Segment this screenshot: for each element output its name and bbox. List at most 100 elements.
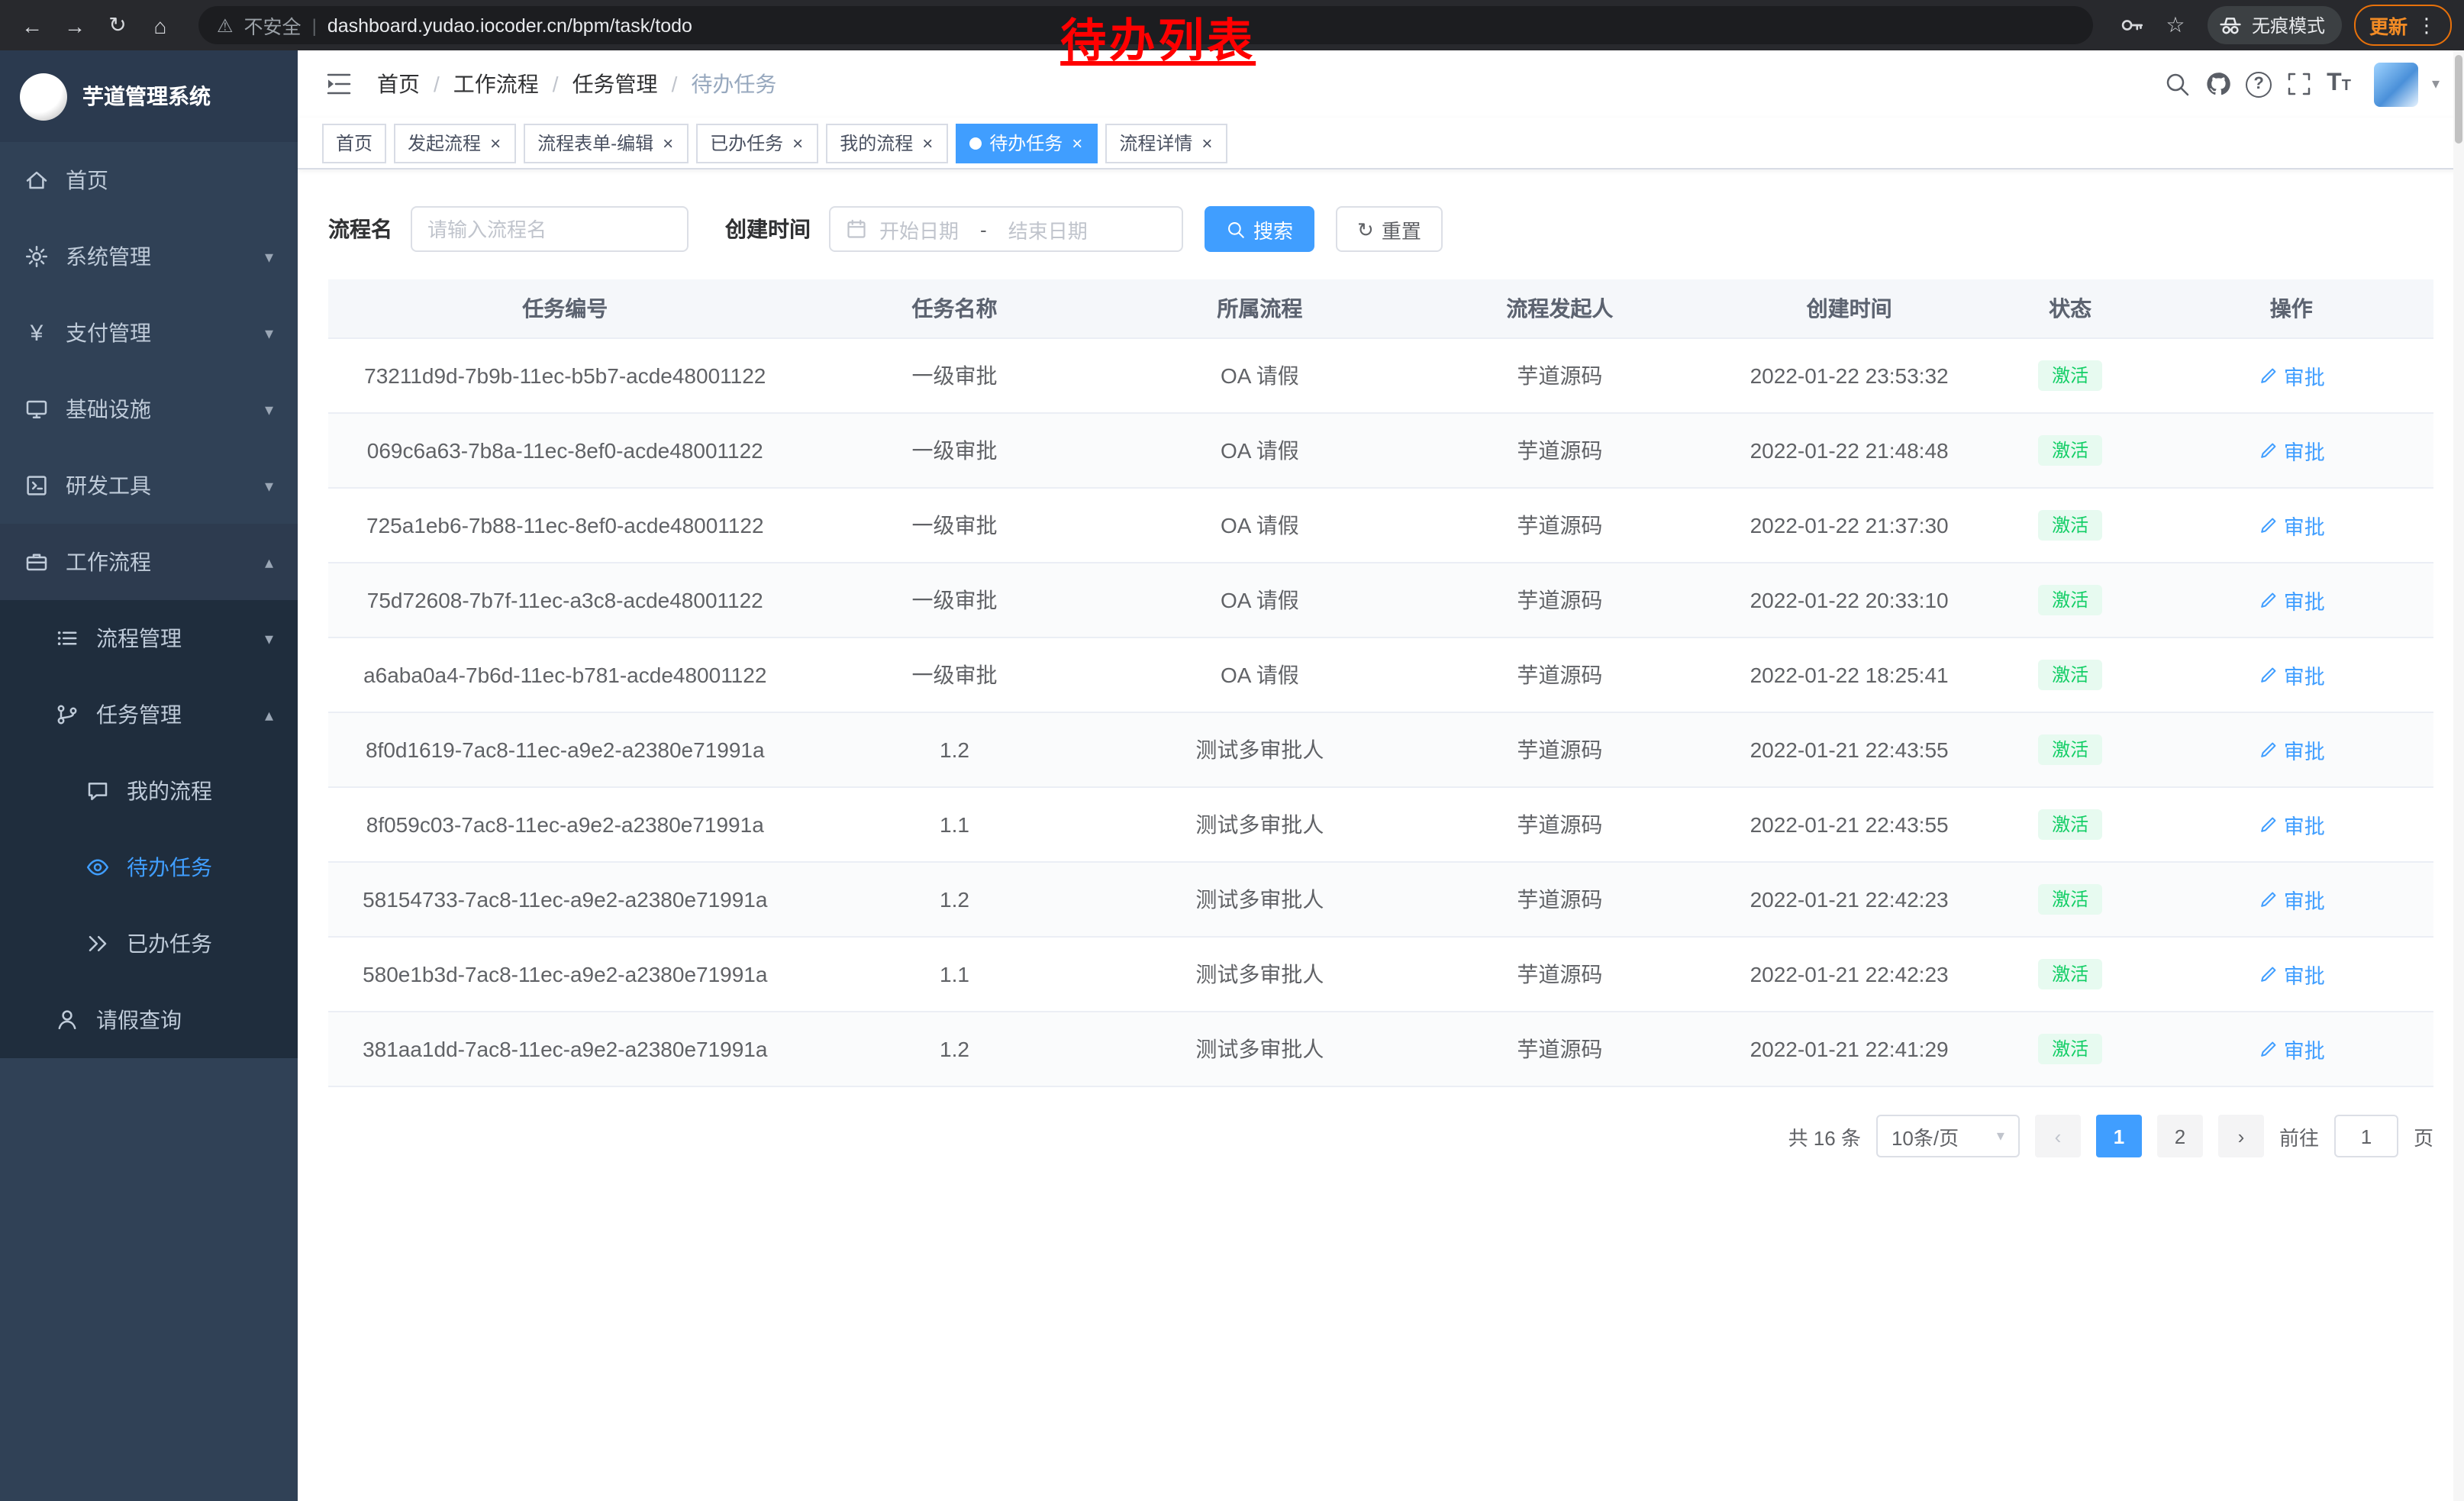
- approve-link[interactable]: 审批: [2258, 660, 2325, 690]
- font-size-icon[interactable]: TT: [2327, 72, 2351, 96]
- bookmark-star-icon[interactable]: ☆: [2156, 5, 2195, 45]
- chevron-down-icon: ▾: [265, 399, 273, 419]
- search-icon[interactable]: [2163, 70, 2191, 98]
- approve-label: 审批: [2284, 360, 2325, 391]
- edit-icon: [2258, 665, 2278, 685]
- approve-link[interactable]: 审批: [2258, 959, 2325, 989]
- key-icon[interactable]: [2119, 12, 2145, 38]
- sidebar-item-system[interactable]: 系统管理 ▾: [0, 218, 298, 295]
- status-badge: 激活: [2038, 660, 2102, 691]
- breadcrumb-task-management[interactable]: 任务管理: [572, 69, 658, 99]
- sidebar-item-infrastructure[interactable]: 基础设施 ▾: [0, 371, 298, 447]
- reset-button[interactable]: ↻ 重置: [1336, 206, 1443, 252]
- cell-created: 2022-01-21 22:43:55: [1707, 788, 1991, 861]
- sidebar-collapse-icon[interactable]: [322, 67, 356, 101]
- sidebar-item-process-management[interactable]: 流程管理 ▾: [0, 600, 298, 676]
- date-range-picker[interactable]: 开始日期 - 结束日期: [829, 206, 1183, 252]
- prev-page-button[interactable]: ‹: [2035, 1115, 2081, 1157]
- cell-process: 测试多审批人: [1107, 938, 1412, 1011]
- user-avatar[interactable]: [2374, 62, 2418, 106]
- reload-icon[interactable]: ↻: [98, 5, 137, 45]
- sidebar-item-label: 我的流程: [127, 776, 212, 806]
- search-button-label: 搜索: [1253, 215, 1293, 244]
- page-size-select[interactable]: 10条/页 ▾: [1876, 1115, 2020, 1157]
- calendar-icon: [846, 218, 867, 240]
- sidebar-item-dev-tools[interactable]: 研发工具 ▾: [0, 447, 298, 524]
- sidebar-item-workflow[interactable]: 工作流程 ▴: [0, 524, 298, 600]
- cell-action: 审批: [2150, 339, 2433, 412]
- github-icon[interactable]: [2204, 70, 2232, 98]
- cell-action: 审批: [2150, 489, 2433, 562]
- menu-dots-icon[interactable]: ⋮: [2417, 13, 2437, 37]
- update-label: 更新: [2369, 11, 2408, 40]
- tab-start-process[interactable]: 发起流程 ×: [394, 123, 516, 163]
- col-status: 状态: [1992, 279, 2150, 337]
- sidebar-item-task-management[interactable]: 任务管理 ▴: [0, 676, 298, 753]
- approve-link[interactable]: 审批: [2258, 1034, 2325, 1064]
- sidebar-item-payment[interactable]: ¥ 支付管理 ▾: [0, 295, 298, 371]
- breadcrumb-separator: /: [672, 72, 678, 96]
- tab-process-detail[interactable]: 流程详情 ×: [1105, 123, 1227, 163]
- approve-link[interactable]: 审批: [2258, 360, 2325, 391]
- close-icon[interactable]: ×: [1070, 134, 1084, 152]
- close-icon[interactable]: ×: [661, 134, 675, 152]
- page-unit-label: 页: [2414, 1122, 2433, 1151]
- cell-status: 激活: [1992, 1012, 2150, 1086]
- sidebar-item-my-processes[interactable]: 我的流程: [0, 753, 298, 829]
- sidebar-item-done-tasks[interactable]: 已办任务: [0, 905, 298, 982]
- close-icon[interactable]: ×: [921, 134, 934, 152]
- sidebar: 芋道管理系统 首页 系统管理 ▾ ¥ 支付管理: [0, 50, 298, 1501]
- approve-link[interactable]: 审批: [2258, 884, 2325, 915]
- page-size-value: 10条/页: [1892, 1122, 1959, 1151]
- cell-action: 审批: [2150, 863, 2433, 936]
- breadcrumb-home[interactable]: 首页: [377, 69, 420, 99]
- table-row: 580e1b3d-7ac8-11ec-a9e2-a2380e71991a 1.1…: [328, 938, 2433, 1012]
- tab-label: 我的流程: [840, 130, 913, 156]
- col-created: 创建时间: [1707, 279, 1991, 337]
- process-name-input[interactable]: [411, 206, 689, 252]
- sidebar-item-home[interactable]: 首页: [0, 142, 298, 218]
- approve-link[interactable]: 审批: [2258, 734, 2325, 765]
- next-page-button[interactable]: ›: [2218, 1115, 2264, 1157]
- search-button[interactable]: 搜索: [1205, 206, 1314, 252]
- scrollbar[interactable]: [2453, 50, 2464, 1501]
- tab-process-form-edit[interactable]: 流程表单-编辑 ×: [524, 123, 689, 163]
- approve-link[interactable]: 审批: [2258, 809, 2325, 840]
- goto-page-input[interactable]: [2334, 1115, 2398, 1157]
- cell-task-id: a6aba0a4-7b6d-11ec-b781-acde48001122: [328, 638, 802, 712]
- approve-link[interactable]: 审批: [2258, 435, 2325, 466]
- tab-my-processes[interactable]: 我的流程 ×: [826, 123, 948, 163]
- table-body: 73211d9d-7b9b-11ec-b5b7-acde48001122 一级审…: [328, 339, 2433, 1087]
- tab-todo-tasks[interactable]: 待办任务 ×: [956, 123, 1098, 163]
- close-icon[interactable]: ×: [791, 134, 805, 152]
- breadcrumb-workflow[interactable]: 工作流程: [453, 69, 539, 99]
- home-icon[interactable]: ⌂: [140, 5, 180, 45]
- cell-process: 测试多审批人: [1107, 788, 1412, 861]
- help-icon[interactable]: ?: [2246, 71, 2272, 97]
- close-icon[interactable]: ×: [489, 134, 502, 152]
- page-button-2[interactable]: 2: [2157, 1115, 2203, 1157]
- chevron-down-icon: ▾: [265, 476, 273, 495]
- back-icon[interactable]: ←: [12, 5, 52, 45]
- avatar-caret-icon[interactable]: ▾: [2432, 76, 2440, 92]
- fullscreen-icon[interactable]: [2285, 70, 2313, 98]
- scrollbar-thumb[interactable]: [2455, 55, 2462, 144]
- approve-link[interactable]: 审批: [2258, 585, 2325, 615]
- yen-icon: ¥: [24, 320, 49, 346]
- tab-done-tasks[interactable]: 已办任务 ×: [696, 123, 818, 163]
- approve-link[interactable]: 审批: [2258, 510, 2325, 541]
- forward-icon[interactable]: →: [55, 5, 95, 45]
- sidebar-item-todo-tasks[interactable]: 待办任务: [0, 829, 298, 905]
- sidebar-item-leave-query[interactable]: 请假查询: [0, 982, 298, 1058]
- sidebar-item-label: 系统管理: [66, 241, 151, 272]
- workflow-submenu: 流程管理 ▾ 任务管理 ▴ 我的流程: [0, 600, 298, 1058]
- page-button-1[interactable]: 1: [2096, 1115, 2142, 1157]
- cell-created: 2022-01-22 20:33:10: [1707, 563, 1991, 637]
- table-header: 任务编号 任务名称 所属流程 流程发起人 创建时间 状态 操作: [328, 279, 2433, 339]
- update-button[interactable]: 更新 ⋮: [2354, 5, 2452, 46]
- annotation-overlay: 待办列表: [1060, 3, 1256, 70]
- tab-home[interactable]: 首页: [322, 123, 386, 163]
- reset-button-label: 重置: [1382, 215, 1421, 244]
- close-icon[interactable]: ×: [1200, 134, 1214, 152]
- app-title: 芋道管理系统: [82, 81, 211, 111]
